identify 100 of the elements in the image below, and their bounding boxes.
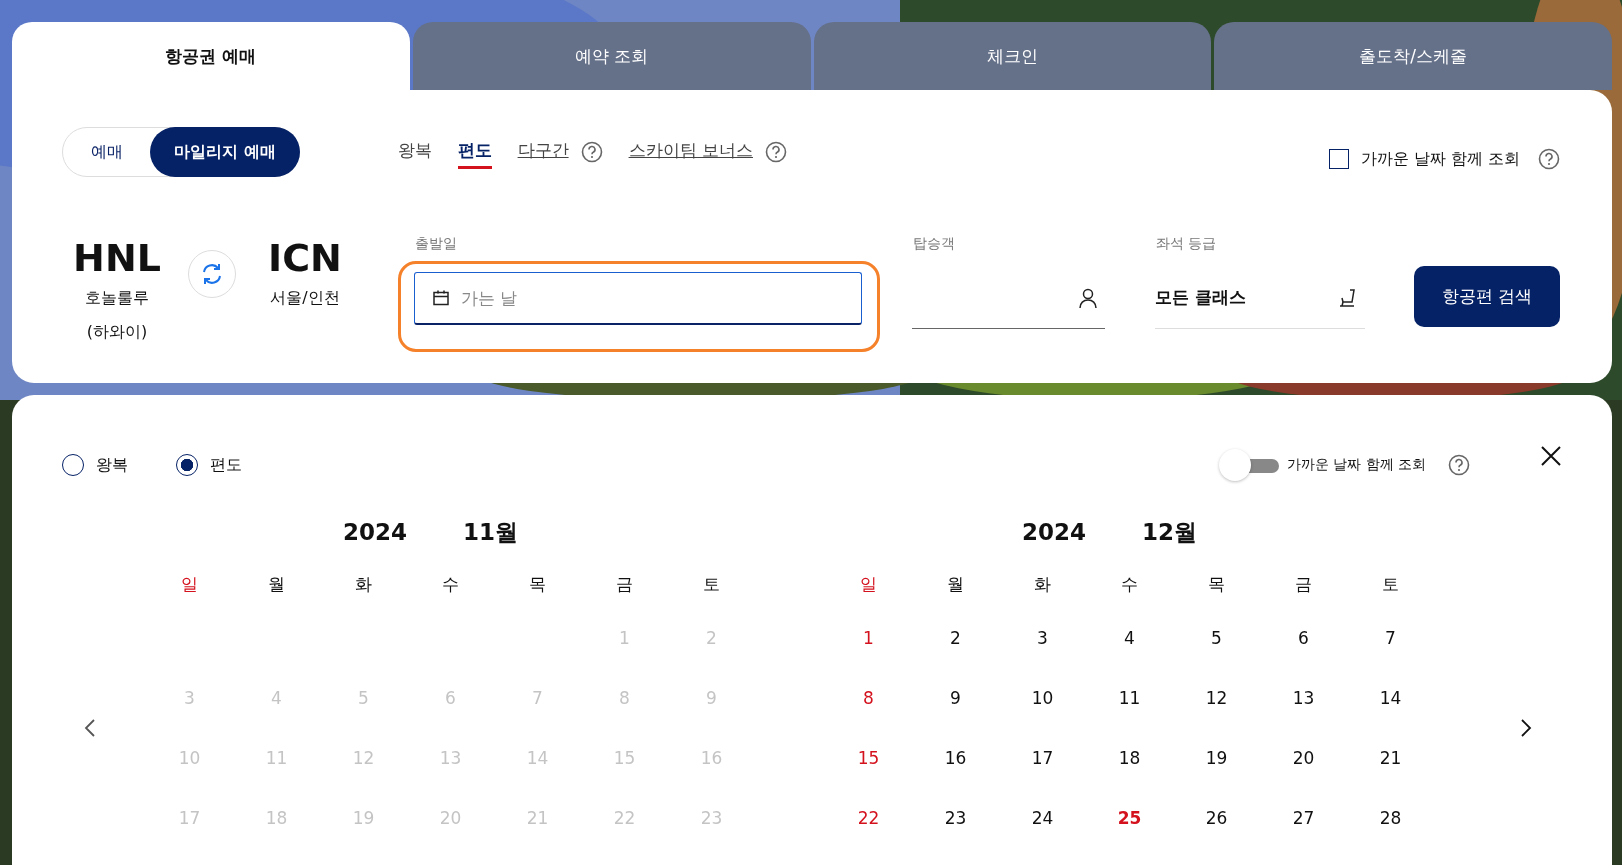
field-label: 좌석 등급 [1155, 235, 1218, 253]
calendar-day[interactable]: 23 [912, 788, 999, 848]
calendar-day[interactable]: 6 [1260, 608, 1347, 668]
radio-button[interactable] [176, 454, 198, 476]
calendar-day: 20 [407, 788, 494, 848]
calendar-day[interactable]: 16 [912, 728, 999, 788]
weekday-label: 월 [946, 572, 965, 596]
calendar-day[interactable]: 18 [1086, 728, 1173, 788]
tab[interactable]: 체크인 [813, 22, 1212, 90]
calendar-day[interactable]: 4 [1086, 608, 1173, 668]
weekday-label: 일 [859, 572, 878, 596]
calendar-day[interactable]: 19 [1173, 728, 1260, 788]
calendar-day: 22 [581, 788, 668, 848]
radio-label: 왕복 [96, 454, 128, 476]
help-icon [1538, 148, 1560, 170]
field-label: 출발일 [414, 235, 458, 253]
calendar-day[interactable]: 27 [1260, 788, 1347, 848]
calendar-icon [432, 289, 450, 307]
calendar-day: 3 [146, 668, 233, 728]
weekday-label: 일 [180, 572, 199, 596]
close-icon [1540, 445, 1562, 467]
search-button[interactable]: 항공편 검색 [1414, 266, 1560, 327]
chevron-left-icon [84, 718, 96, 738]
calendar-day: 23 [668, 788, 755, 848]
weekday-label: 수 [441, 572, 460, 596]
calendar-day[interactable]: 2 [912, 608, 999, 668]
calendar-day: 21 [494, 788, 581, 848]
calendar-day[interactable]: 5 [1173, 608, 1260, 668]
month-year: 2024 [1022, 519, 1086, 545]
tab[interactable]: 예약 조회 [412, 22, 811, 90]
calendar-day[interactable]: 24 [999, 788, 1086, 848]
calendar-day[interactable]: 3 [999, 608, 1086, 668]
calendar-day[interactable]: 25 [1086, 788, 1173, 848]
help-icon [1448, 454, 1470, 476]
trip-type-tab[interactable]: 편도 [457, 135, 492, 169]
trip-type-tab[interactable]: 스카이팀 보너스 [628, 135, 753, 169]
calendar-day: 14 [494, 728, 581, 788]
weekday-label: 금 [1294, 572, 1313, 596]
toggle-switch[interactable] [1218, 449, 1279, 481]
weekday-label: 금 [615, 572, 634, 596]
calendar-day[interactable]: 17 [999, 728, 1086, 788]
calendar-day[interactable]: 13 [1260, 668, 1347, 728]
calendar-day: 7 [494, 668, 581, 728]
calendar-day[interactable]: 11 [1086, 668, 1173, 728]
tab[interactable]: 항공권 예매 [12, 22, 410, 90]
calendar-day: 19 [320, 788, 407, 848]
weekday-label: 토 [702, 572, 721, 596]
trip-type-tab[interactable]: 왕복 [397, 135, 432, 169]
calendar-day: 17 [146, 788, 233, 848]
date-field[interactable]: 가는 날 [414, 272, 862, 325]
checkbox[interactable] [1328, 149, 1349, 169]
calendar-day[interactable]: 28 [1347, 788, 1434, 848]
calendar-day[interactable]: 1 [825, 608, 912, 668]
calendar-day[interactable]: 26 [1173, 788, 1260, 848]
calendar-day[interactable]: 8 [825, 668, 912, 728]
calendar-day[interactable]: 22 [825, 788, 912, 848]
weekday-label: 토 [1381, 572, 1400, 596]
next-month-button[interactable] [1520, 718, 1532, 738]
calendar-day[interactable]: 14 [1347, 668, 1434, 728]
weekday-label: 화 [1033, 572, 1052, 596]
month-year: 2024 [343, 519, 407, 545]
month-name: 12월 [1142, 517, 1197, 547]
city-name: 서울/인천 [269, 287, 341, 309]
radio-label: 편도 [210, 454, 242, 476]
calendar-day: 4 [233, 668, 320, 728]
chevron-right-icon [1520, 718, 1532, 738]
checkbox-label: 가까운 날짜 함께 조회 [1360, 148, 1520, 170]
calendar-day[interactable]: 12 [1173, 668, 1260, 728]
calendar-day: 15 [581, 728, 668, 788]
calendar-day: 16 [668, 728, 755, 788]
calendar-day: 12 [320, 728, 407, 788]
booking-type-option[interactable]: 예매 [63, 128, 151, 176]
calendar-day[interactable]: 20 [1260, 728, 1347, 788]
weekday-label: 월 [267, 572, 286, 596]
calendar-day[interactable]: 7 [1347, 608, 1434, 668]
calendar-day[interactable]: 21 [1347, 728, 1434, 788]
person-icon [1077, 286, 1099, 309]
airport-code: HNL [73, 235, 161, 281]
calendar-day[interactable]: 9 [912, 668, 999, 728]
weekday-label: 목 [1207, 572, 1226, 596]
calendar-day: 1 [581, 608, 668, 668]
seat-class-field[interactable]: 모든 클래스 [1155, 271, 1365, 329]
calendar-day: 5 [320, 668, 407, 728]
calendar-day[interactable]: 15 [825, 728, 912, 788]
calendar-day: 13 [407, 728, 494, 788]
calendar-day[interactable]: 10 [999, 668, 1086, 728]
toggle-label: 가까운 날짜 함께 조회 [1286, 456, 1426, 474]
calendar-day: 8 [581, 668, 668, 728]
calendar-day: 10 [146, 728, 233, 788]
previous-month-button[interactable] [84, 718, 96, 738]
trip-type-tab[interactable]: 다구간 [517, 135, 569, 169]
calendar-day: 18 [233, 788, 320, 848]
airport-code: ICN [268, 235, 342, 281]
weekday-label: 화 [354, 572, 373, 596]
calendar-day: 2 [668, 608, 755, 668]
city-name: 호놀룰루 (하와이) [84, 287, 150, 343]
month-name: 11월 [463, 517, 518, 547]
tab[interactable]: 출도착/스케줄 [1214, 22, 1612, 90]
calendar-day: 9 [668, 668, 755, 728]
booking-type-option[interactable]: 마일리지 예매 [150, 127, 300, 177]
